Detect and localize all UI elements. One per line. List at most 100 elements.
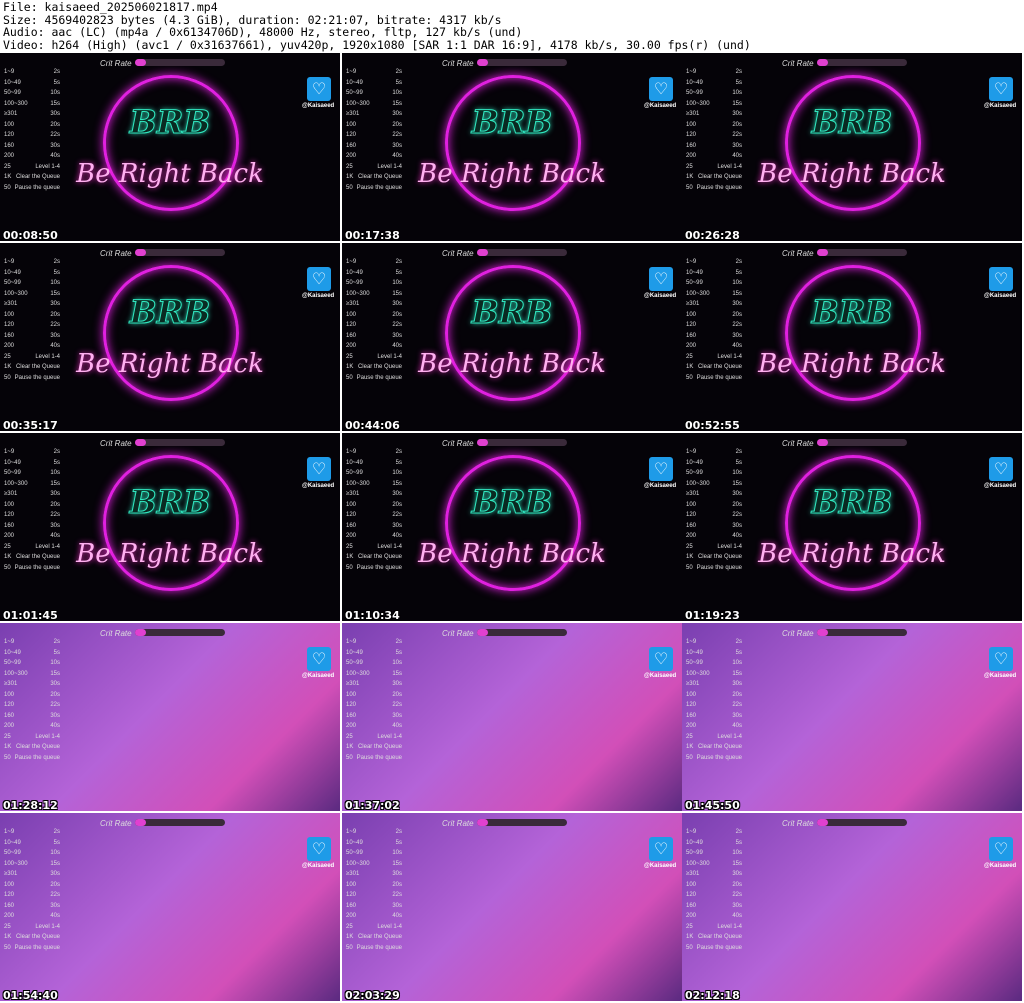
thumbnail[interactable]: Crit Rate 1~9 2s 10~49 5s 50~99 10s 100~300 15s… — [0, 813, 340, 1001]
tip-menu: 1~9 2s 10~49 5s 50~99 10s 100~300 15s ≥301 30s 100… — [686, 67, 742, 193]
thumbnail[interactable]: Crit Rate 1~9 2s 10~49 5s 50~99 10s 100~300 15s… — [342, 623, 682, 811]
tip-menu-row: 200 40s — [4, 153, 60, 159]
thumbnail[interactable]: BRB Be Right Back Crit Rate 1~9 2s 10~49 5s 5… — [342, 433, 682, 621]
tip-menu-row: 50~99 10s — [4, 280, 60, 286]
tip-menu: 1~9 2s 10~49 5s 50~99 10s 100~300 15s ≥301 30s 100… — [4, 637, 60, 763]
tip-menu-row: 200 40s — [686, 153, 742, 159]
heart-logo-icon: ♡ — [649, 647, 673, 671]
tip-menu-row: 120 22s — [4, 132, 60, 138]
crit-rate-bar — [135, 439, 225, 446]
tip-menu-row: 1K Clear the Queue — [346, 554, 402, 560]
timestamp: 01:19:23 — [685, 609, 740, 621]
timestamp: 01:10:34 — [345, 609, 400, 621]
heart-logo-icon: ♡ — [989, 457, 1013, 481]
heart-logo-icon: ♡ — [649, 457, 673, 481]
tip-menu-row: 100 20s — [346, 501, 402, 508]
timestamp: 02:03:29 — [345, 989, 400, 1001]
channel-handle: @Kaisaeed — [984, 103, 1017, 109]
tip-menu-row: 25 Level 1-4 — [4, 163, 60, 170]
tip-menu-row: 1~9 2s — [686, 829, 742, 835]
tip-menu-row: 200 40s — [4, 533, 60, 539]
crit-rate-label: Crit Rate — [782, 59, 814, 68]
tip-menu-row: 10~49 5s — [686, 649, 742, 656]
channel-handle: @Kaisaeed — [644, 293, 677, 299]
crit-rate-label: Crit Rate — [100, 59, 132, 68]
thumbnail[interactable]: Crit Rate 1~9 2s 10~49 5s 50~99 10s 100~300 15s… — [0, 623, 340, 811]
tip-menu-row: 100~300 15s — [686, 670, 742, 677]
crit-rate-bar — [477, 819, 567, 826]
channel-handle: @Kaisaeed — [302, 103, 335, 109]
tip-menu-row: 50 Pause the queue — [4, 184, 60, 191]
tip-menu-row: 1K Clear the Queue — [4, 364, 60, 370]
thumbnail[interactable]: BRB Be Right Back Crit Rate 1~9 2s 10~49 5s 5… — [0, 53, 340, 241]
timestamp: 01:01:45 — [3, 609, 58, 621]
tip-menu: 1~9 2s 10~49 5s 50~99 10s 100~300 15s ≥301 30s 100… — [686, 447, 742, 573]
thumbnail[interactable]: BRB Be Right Back Crit Rate 1~9 2s 10~49 5s 5… — [0, 243, 340, 431]
channel-handle: @Kaisaeed — [984, 483, 1017, 489]
tip-menu-row: 1K Clear the Queue — [686, 934, 742, 940]
crit-rate-bar — [135, 819, 225, 826]
channel-handle: @Kaisaeed — [984, 863, 1017, 869]
thumbnail[interactable]: Crit Rate 1~9 2s 10~49 5s 50~99 10s 100~300 15s… — [682, 623, 1022, 811]
thumbnail[interactable]: BRB Be Right Back Crit Rate 1~9 2s 10~49 5s 5… — [342, 243, 682, 431]
tip-menu-row: 1K Clear the Queue — [4, 934, 60, 940]
thumbnail[interactable]: BRB Be Right Back Crit Rate 1~9 2s 10~49 5s 5… — [682, 433, 1022, 621]
neon-ring — [785, 455, 921, 591]
neon-ring — [445, 75, 581, 211]
tip-menu-row: 200 40s — [686, 723, 742, 729]
heart-logo-icon: ♡ — [989, 77, 1013, 101]
tip-menu-row: 120 22s — [346, 892, 402, 898]
tip-menu-row: 50 Pause the queue — [686, 944, 742, 951]
tip-menu-row: 50 Pause the queue — [686, 754, 742, 761]
heart-logo-icon: ♡ — [307, 457, 331, 481]
tip-menu-row: 50~99 10s — [346, 470, 402, 476]
tip-menu-row: 50 Pause the queue — [686, 374, 742, 381]
tip-menu-row: 50 Pause the queue — [346, 754, 402, 761]
tip-menu-row: 25 Level 1-4 — [686, 163, 742, 170]
tip-menu-row: 1~9 2s — [4, 69, 60, 75]
tip-menu-row: 160 30s — [346, 142, 402, 149]
tip-menu-row: 200 40s — [686, 343, 742, 349]
thumbnail[interactable]: Crit Rate 1~9 2s 10~49 5s 50~99 10s 100~300 15s… — [682, 813, 1022, 1001]
crit-rate-label: Crit Rate — [442, 819, 474, 828]
timestamp: 00:35:17 — [3, 419, 58, 431]
channel-handle: @Kaisaeed — [644, 103, 677, 109]
heart-logo-icon: ♡ — [989, 267, 1013, 291]
tip-menu-row: 160 30s — [686, 712, 742, 719]
tip-menu-row: 1~9 2s — [686, 449, 742, 455]
crit-rate-bar — [817, 59, 907, 66]
thumbnail[interactable]: BRB Be Right Back Crit Rate 1~9 2s 10~49 5s 5… — [682, 53, 1022, 241]
timestamp: 00:52:55 — [685, 419, 740, 431]
tip-menu-row: 200 40s — [4, 343, 60, 349]
tip-menu-row: 160 30s — [346, 712, 402, 719]
crit-rate-label: Crit Rate — [442, 59, 474, 68]
video-info: Video: h264 (High) (avc1 / 0x31637661), … — [3, 37, 751, 52]
crit-rate-bar — [817, 819, 907, 826]
tip-menu-row: 200 40s — [346, 343, 402, 349]
tip-menu-row: 100~300 15s — [4, 860, 60, 867]
thumbnail[interactable]: BRB Be Right Back Crit Rate 1~9 2s 10~49 5s 5… — [342, 53, 682, 241]
tip-menu-row: 200 40s — [346, 153, 402, 159]
tip-menu-row: 160 30s — [4, 332, 60, 339]
tip-menu-row: 100~300 15s — [4, 670, 60, 677]
crit-rate-label: Crit Rate — [782, 439, 814, 448]
thumbnail[interactable]: Crit Rate 1~9 2s 10~49 5s 50~99 10s 100~300 15s… — [342, 813, 682, 1001]
tip-menu-row: 25 Level 1-4 — [346, 923, 402, 930]
channel-handle: @Kaisaeed — [302, 483, 335, 489]
tip-menu-row: 50~99 10s — [346, 280, 402, 286]
crit-rate-bar — [135, 629, 225, 636]
neon-ring — [445, 265, 581, 401]
tip-menu-row: 160 30s — [346, 522, 402, 529]
tip-menu-row: 160 30s — [4, 522, 60, 529]
tip-menu-row: 25 Level 1-4 — [346, 733, 402, 740]
audio-info: Audio: aac (LC) (mp4a / 0x6134706D), 480… — [3, 25, 523, 40]
tip-menu-row: 50~99 10s — [686, 850, 742, 856]
tip-menu-row: 120 22s — [686, 322, 742, 328]
tip-menu-row: 1K Clear the Queue — [4, 174, 60, 180]
tip-menu-row: ≥301 30s — [4, 491, 60, 497]
tip-menu-row: 10~49 5s — [4, 839, 60, 846]
tip-menu-row: 25 Level 1-4 — [686, 353, 742, 360]
thumbnail[interactable]: BRB Be Right Back Crit Rate 1~9 2s 10~49 5s 5… — [0, 433, 340, 621]
crit-rate-label: Crit Rate — [782, 249, 814, 258]
thumbnail[interactable]: BRB Be Right Back Crit Rate 1~9 2s 10~49 5s 5… — [682, 243, 1022, 431]
